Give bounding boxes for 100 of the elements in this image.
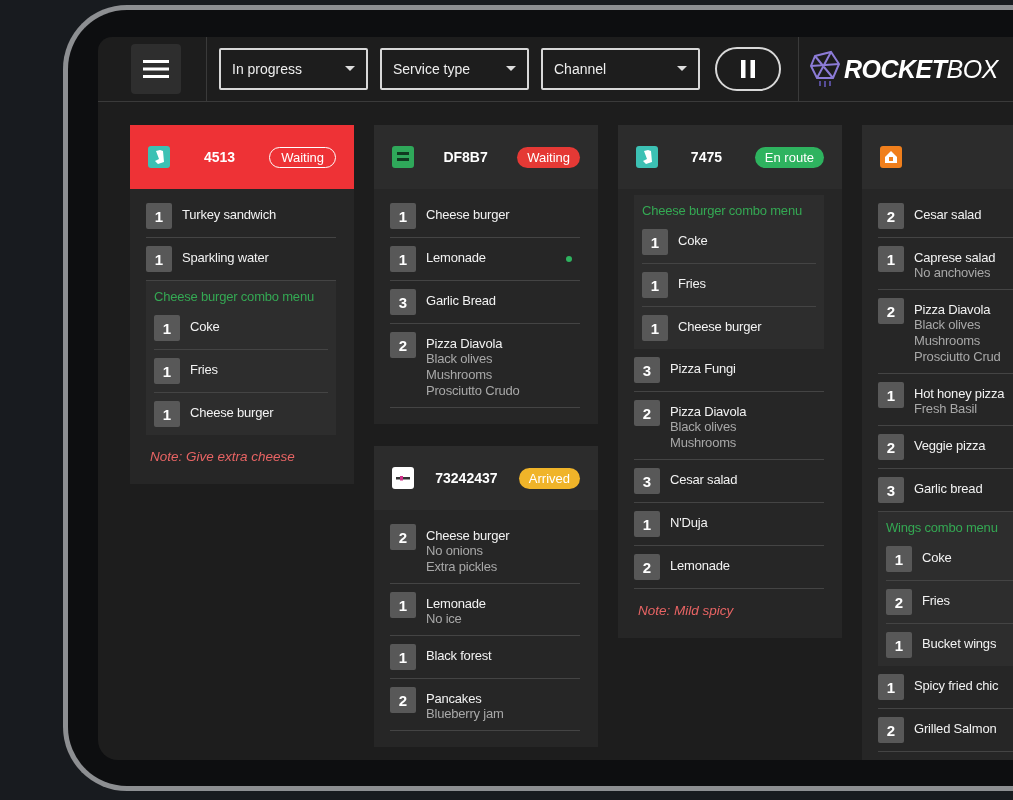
item-modifier: Prosciutto Crudo xyxy=(426,383,521,399)
item-name: N'Duja xyxy=(670,515,709,530)
order-number: DF8B7 xyxy=(442,149,489,165)
status-badge: Waiting xyxy=(517,146,580,168)
quantity-badge: 2 xyxy=(878,434,904,460)
item-name: Garlic Bread xyxy=(426,293,497,308)
cube-logo-icon xyxy=(809,50,841,88)
quantity-badge: 1 xyxy=(878,674,904,700)
item-name: Bucket wings xyxy=(922,636,998,651)
combo-title: Wings combo menu xyxy=(886,519,999,537)
item-name: Fries xyxy=(190,362,219,377)
quantity-badge: 2 xyxy=(634,400,660,426)
item-name: Pizza Diavola xyxy=(914,302,992,317)
item-modifier: Black olives xyxy=(914,317,982,333)
item-name: Coke xyxy=(922,550,953,565)
item-name: Lemonade xyxy=(426,596,487,611)
item-modifier: No onions xyxy=(426,543,484,559)
item-modifier: Extra pickles xyxy=(426,559,499,575)
quantity-badge: 3 xyxy=(390,289,416,315)
kangaroo-app-icon xyxy=(148,146,170,168)
item-modifier: Black olives xyxy=(670,419,738,435)
item-modifier: Prosciutto Crud xyxy=(914,349,1002,365)
quantity-badge: 1 xyxy=(886,546,912,572)
item-modifier: Fresh Basil xyxy=(914,401,978,417)
combo-title: Cheese burger combo menu xyxy=(154,288,315,306)
pause-button[interactable] xyxy=(715,47,781,91)
item-name: Fries xyxy=(678,276,707,291)
quantity-badge: 1 xyxy=(878,246,904,272)
item-modifier: Mushrooms xyxy=(670,435,738,451)
app-logo-icon xyxy=(392,146,414,168)
quantity-badge: 2 xyxy=(878,717,904,743)
logo: ROCKETBOX xyxy=(844,54,998,84)
item-modifier: Mushrooms xyxy=(426,367,494,383)
caret-icon xyxy=(506,66,516,72)
item-name: Pancakes xyxy=(426,691,483,706)
quantity-badge: 2 xyxy=(390,332,416,358)
dropdown-field[interactable]: Service type xyxy=(380,48,529,90)
item-modifier: Blueberry jam xyxy=(426,706,505,722)
dropdown-field[interactable]: Channel xyxy=(541,48,700,90)
quantity-badge: 2 xyxy=(878,298,904,324)
item-name: Black forest xyxy=(426,648,493,663)
item-name: Turkey sandwich xyxy=(182,207,278,222)
quantity-badge: 1 xyxy=(634,511,660,537)
quantity-badge: 2 xyxy=(878,203,904,229)
quantity-badge: 1 xyxy=(154,358,180,384)
item-name: Pizza Fungi xyxy=(670,361,737,376)
item-name: Lemonade xyxy=(670,558,731,573)
item-modifier: No anchovies xyxy=(914,265,992,281)
quantity-badge: 3 xyxy=(634,468,660,494)
quantity-badge: 1 xyxy=(878,382,904,408)
item-name: Coke xyxy=(190,319,221,334)
quantity-badge: 1 xyxy=(642,229,668,255)
quantity-badge: 1 xyxy=(146,203,172,229)
status-badge: Arrived xyxy=(518,467,580,489)
item-name: Pizza Diavola xyxy=(670,404,748,419)
quantity-badge: 1 xyxy=(154,315,180,341)
item-modifier: No ice xyxy=(426,611,463,627)
item-name: Spicy fried chic xyxy=(914,678,1000,693)
item-name: Cheese burger xyxy=(190,405,275,420)
quantity-badge: 1 xyxy=(642,315,668,341)
caret-icon xyxy=(345,66,355,72)
quantity-badge: 1 xyxy=(154,401,180,427)
item-name: Veggie pizza xyxy=(914,438,987,453)
quantity-badge: 3 xyxy=(634,357,660,383)
menu-icon xyxy=(143,59,169,79)
quantity-badge: 3 xyxy=(878,477,904,503)
item-name: Garlic bread xyxy=(914,481,984,496)
order-note: Note: Give extra cheese xyxy=(149,448,296,466)
item-name: Caprese salad xyxy=(914,250,997,265)
item-name: Hot honey pizza xyxy=(914,386,1006,401)
item-modifier: Black olives xyxy=(426,351,494,367)
item-name: Cesar salad xyxy=(914,207,983,222)
app-logo-icon xyxy=(392,467,414,489)
quantity-badge: 1 xyxy=(390,203,416,229)
item-name: Coke xyxy=(678,233,709,248)
item-name: Grilled Salmon xyxy=(914,721,998,736)
combo-title: Cheese burger combo menu xyxy=(642,202,803,220)
kangaroo-app-icon xyxy=(636,146,658,168)
dropdown-field[interactable]: In progress xyxy=(219,48,368,90)
quantity-badge: 1 xyxy=(146,246,172,272)
quantity-badge: 1 xyxy=(390,246,416,272)
quantity-badge: 1 xyxy=(886,632,912,658)
status-dot xyxy=(566,256,572,262)
quantity-badge: 2 xyxy=(634,554,660,580)
quantity-badge: 1 xyxy=(642,272,668,298)
item-name: Sparkling water xyxy=(182,250,270,265)
order-number: 73242437 xyxy=(434,470,499,486)
quantity-badge: 1 xyxy=(390,644,416,670)
caret-icon xyxy=(677,66,687,72)
item-name: Cheese burger xyxy=(426,207,511,222)
item-name: Cesar salad xyxy=(670,472,739,487)
item-name: Fries xyxy=(922,593,951,608)
menu-button[interactable] xyxy=(131,44,181,94)
item-name: Lemonade xyxy=(426,250,487,265)
order-note: Note: Mild spicy xyxy=(637,602,735,620)
status-badge: En route xyxy=(754,146,824,168)
item-modifier: Mushrooms xyxy=(914,333,982,349)
quantity-badge: 2 xyxy=(390,524,416,550)
quantity-badge: 2 xyxy=(390,687,416,713)
pause-icon xyxy=(741,60,755,78)
